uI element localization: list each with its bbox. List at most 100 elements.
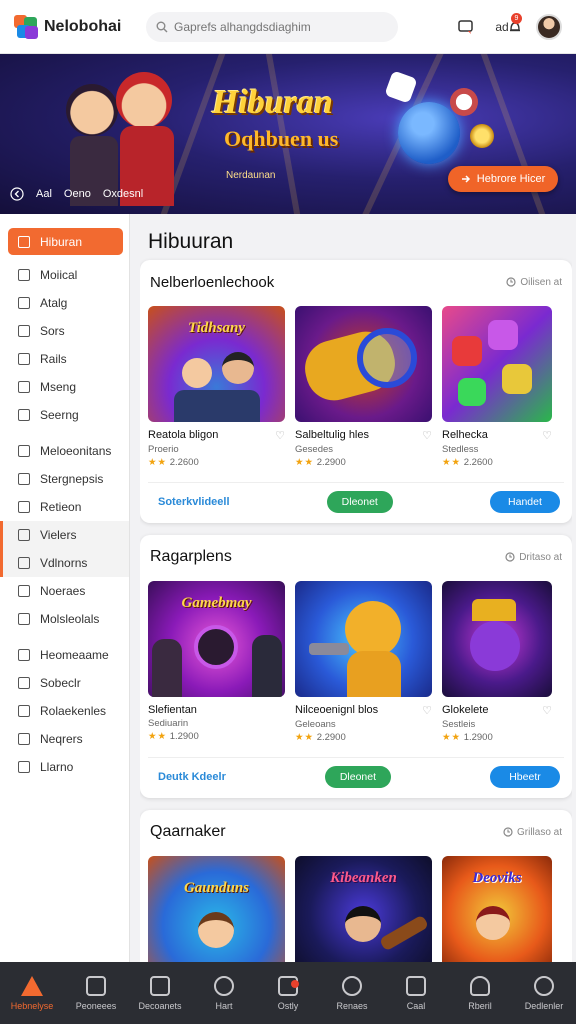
hero-nav-item-2[interactable]: Oeno [64,188,91,200]
section-footer-link[interactable]: Soterkvlideell [148,496,230,508]
nav-item[interactable]: Peoneees [64,962,128,1024]
nav-item[interactable]: Decoanets [128,962,192,1024]
clock-icon [506,277,516,287]
hero-cta-button[interactable]: Hebrore Hicer [448,166,558,192]
sidebar-item[interactable]: Llarno [0,753,129,781]
game-name: Relhecka [442,429,488,441]
sidebar-item-label: Moiical [40,268,78,282]
game-thumbnail-title: Deoviks [472,870,522,886]
sidebar-item[interactable]: Atalg [0,289,129,317]
sidebar-item[interactable]: Sobeclr [0,669,129,697]
game-tile[interactable]: Nilceoenignl blos ♡ Geleoans ★★ 2.2900 [295,581,432,753]
heart-icon[interactable]: ♡ [422,704,432,717]
sidebar-item-hiburan[interactable]: Hiburan [8,228,123,255]
sidebar-item[interactable]: Noeraes [0,577,129,605]
nav-item[interactable]: Rberil [448,962,512,1024]
heart-icon[interactable]: ♡ [275,429,285,442]
game-genre: Gesedes [295,444,334,455]
game-genre: Proerio [148,444,179,455]
star-rating: ★★ [295,732,315,743]
language-label: ad [495,19,509,34]
sidebar-item-label: Atalg [40,296,68,310]
nav-label: Renaes [336,1000,368,1011]
game-rating-value: 1.2900 [463,732,493,743]
game-thumbnail-title: Gaunduns [183,880,250,896]
nav-item[interactable]: Hart [192,962,256,1024]
clock-icon [505,552,515,562]
sidebar-item[interactable]: Seerng [0,401,129,429]
heart-icon[interactable]: ♡ [422,429,432,442]
app-logo[interactable]: Nelobohai [14,14,144,39]
sidebar-item[interactable]: Meloeonitans [0,437,129,465]
play-button[interactable]: Handet [489,491,560,513]
sidebar-item-label: Llarno [40,760,74,774]
image-icon [18,761,30,773]
game-tile[interactable]: Deoviks [442,856,552,962]
game-thumbnail: Kibeanken [295,856,432,962]
nav-home[interactable]: Hebnelyse [0,962,64,1024]
sidebar-item[interactable]: Vielers [0,521,129,549]
avatar[interactable] [536,13,562,40]
play-button[interactable]: Hbeetr [489,766,560,788]
game-tile[interactable]: Glokelete ♡ Sestleis ★★ 1.2900 [442,581,552,753]
game-thumbnail: Gamebmay [148,581,285,697]
see-all-link[interactable]: Oilisen at [506,277,562,288]
nav-item[interactable]: Ostly [256,962,320,1024]
game-tile[interactable]: Kibeanken [295,856,432,962]
grid-icon [18,353,30,365]
game-thumbnail-title: Kibeanken [330,870,397,886]
game-name: Reatola bligon [148,429,219,441]
pencil-icon [18,501,30,513]
sidebar-item[interactable]: Moiical [0,261,129,289]
hero-banner[interactable]: Hiburan Oqhbuen us Nerdaunan Hebrore Hic… [0,54,576,214]
search-bar[interactable] [146,11,398,42]
see-all-label: Dritaso at [519,551,562,563]
sidebar-item[interactable]: Neqrers [0,725,129,753]
heart-icon[interactable]: ♡ [542,704,552,717]
sidebar-item[interactable]: Molsleolals [0,605,129,633]
main-content: Hibuuran Nelberloenlechook Oilisen at Ti… [140,218,572,962]
nav-label: Hart [215,1000,233,1011]
sidebar-item[interactable]: Mseng [0,373,129,401]
play-icon [18,649,30,661]
sidebar-item[interactable]: Heomeaame [0,641,129,669]
game-tile[interactable]: Gamebmay Slefientan Sediuarin ★★ 1.2900 [148,581,285,753]
clock-icon [503,827,513,837]
bag-icon [18,381,30,393]
game-thumbnail [442,581,552,697]
sidebar-item[interactable]: Rails [0,345,129,373]
see-all-link[interactable]: Dritaso at [505,552,562,563]
sidebar-item-label: Neqrers [40,732,83,746]
sidebar-item[interactable]: Stergnepsis [0,465,129,493]
game-tile[interactable]: Relhecka ♡ Stedless ★★ 2.2600 [442,306,552,478]
sidebar-item[interactable]: Rolaekenles [0,697,129,725]
chevron-left-icon[interactable] [10,187,24,201]
hero-nav-item-1[interactable]: Aal [36,188,52,200]
game-tile[interactable]: Tidhsany Reatola bligon ♡ Proerio ★★ 2.26… [148,306,285,478]
sidebar-item[interactable]: Retieon [0,493,129,521]
download-button[interactable]: Dleonet [324,766,391,788]
sidebar-item[interactable]: Vdlnorns [0,549,129,577]
sidebar-item-label: Noeraes [40,584,86,598]
section-footer-link[interactable]: Deutk Kdeelr [148,771,226,783]
sidebar-item[interactable]: Sors [0,317,129,345]
see-all-link[interactable]: Grillaso at [503,827,562,838]
game-rating-value: 2.2600 [169,457,199,468]
hero-nav-item-3[interactable]: Oxdesnl [103,188,143,200]
chat-button[interactable] [452,13,480,41]
game-tile[interactable]: Salbeltulig hles ♡ Gesedes ★★ 2.2900 [295,306,432,478]
notifications-button[interactable]: ad 9 [494,12,522,41]
search-input[interactable] [174,19,384,34]
download-button[interactable]: Dleonet [326,491,393,513]
puzzle-icon [18,733,30,745]
star-icon [18,445,30,457]
chart-icon [18,297,30,309]
game-tile[interactable]: Gaunduns [148,856,285,962]
nav-item[interactable]: Renaes [320,962,384,1024]
game-thumbnail [442,306,552,422]
nav-label: Hebnelyse [10,1000,54,1011]
nav-item[interactable]: Dedlenler [512,962,576,1024]
heart-icon[interactable]: ♡ [542,429,552,442]
sidebar-item-label: Sors [40,324,65,338]
nav-item[interactable]: Caal [384,962,448,1024]
